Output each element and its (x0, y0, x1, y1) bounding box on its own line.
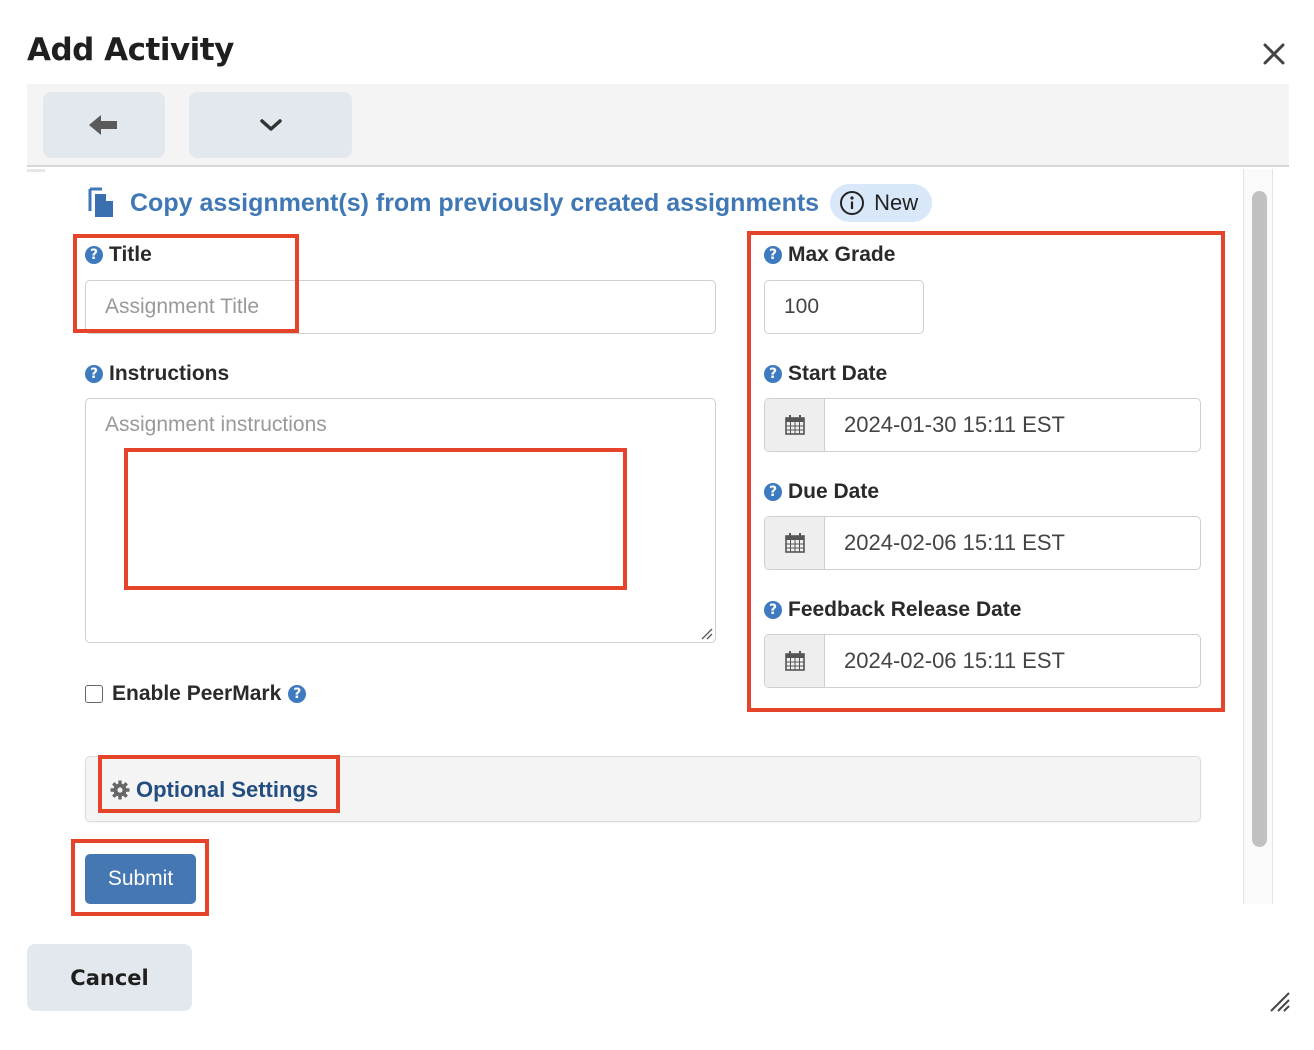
instructions-label: ? Instructions (85, 362, 229, 386)
calendar-icon (784, 533, 805, 553)
start-date-calendar-button[interactable] (765, 399, 825, 451)
dropdown-button[interactable] (189, 92, 352, 158)
new-badge: New (830, 184, 933, 222)
peermark-checkbox[interactable] (85, 685, 103, 703)
dialog-title: Add Activity (27, 32, 234, 68)
title-input[interactable]: Assignment Title (85, 280, 716, 334)
max-grade-label: ? Max Grade (764, 243, 895, 267)
copy-assignments-link[interactable]: Copy assignment(s) from previously creat… (130, 189, 819, 218)
submit-button[interactable]: Submit (85, 854, 196, 904)
max-grade-input[interactable]: 100 (764, 280, 924, 334)
optional-settings-label: Optional Settings (136, 777, 319, 802)
info-icon (840, 191, 865, 215)
question-circle-icon[interactable]: ? (764, 246, 782, 264)
copy-icon (88, 187, 113, 217)
question-circle-icon[interactable]: ? (764, 365, 782, 383)
peermark-label: Enable PeerMark (112, 682, 282, 705)
chevron-down-icon (259, 119, 282, 131)
question-circle-icon[interactable]: ? (288, 685, 307, 703)
new-badge-label: New (874, 190, 919, 215)
close-icon (1263, 43, 1285, 65)
frame-edge (27, 169, 45, 172)
question-circle-icon[interactable]: ? (85, 365, 103, 383)
dialog-resize-handle-icon[interactable] (1268, 990, 1290, 1012)
due-date-label: ? Due Date (764, 480, 879, 504)
question-circle-icon[interactable]: ? (764, 601, 782, 619)
toolbar (27, 84, 1289, 167)
scrollbar[interactable] (1243, 169, 1273, 904)
scrollbar-thumb[interactable] (1252, 191, 1267, 847)
max-grade-label-text: Max Grade (788, 243, 896, 266)
back-button[interactable] (43, 92, 165, 158)
calendar-icon (784, 651, 805, 671)
instructions-label-text: Instructions (109, 362, 230, 385)
question-circle-icon[interactable]: ? (85, 246, 103, 264)
close-button[interactable] (1258, 38, 1290, 70)
copy-assignments-row: Copy assignment(s) from previously creat… (86, 184, 933, 222)
instructions-textarea[interactable]: Assignment instructions (85, 398, 716, 643)
cancel-button[interactable]: Cancel (27, 944, 192, 1011)
due-date-field: 2024-02-06 15:11 EST (764, 516, 1201, 570)
start-date-label: ? Start Date (764, 362, 887, 386)
question-circle-icon[interactable]: ? (764, 483, 782, 501)
due-date-input[interactable]: 2024-02-06 15:11 EST (825, 517, 1200, 569)
optional-settings-panel: Optional Settings (85, 756, 1201, 822)
arrow-left-icon (89, 115, 117, 135)
feedback-release-date-input[interactable]: 2024-02-06 15:11 EST (825, 635, 1200, 687)
start-date-field: 2024-01-30 15:11 EST (764, 398, 1201, 452)
title-label-text: Title (109, 243, 152, 266)
due-date-label-text: Due Date (788, 480, 880, 503)
due-date-calendar-button[interactable] (765, 517, 825, 569)
feedback-release-date-label: ? Feedback Release Date (764, 598, 1021, 622)
start-date-input[interactable]: 2024-01-30 15:11 EST (825, 399, 1200, 451)
title-label: ? Title (85, 243, 152, 267)
gear-icon (110, 780, 130, 800)
instructions-placeholder: Assignment instructions (105, 413, 327, 436)
feedback-release-date-calendar-button[interactable] (765, 635, 825, 687)
feedback-release-date-label-text: Feedback Release Date (788, 598, 1022, 621)
resize-grip-icon[interactable] (699, 626, 713, 640)
calendar-icon (784, 415, 805, 435)
start-date-label-text: Start Date (788, 362, 888, 385)
optional-settings-toggle[interactable]: Optional Settings (110, 777, 318, 803)
feedback-release-date-field: 2024-02-06 15:11 EST (764, 634, 1201, 688)
peermark-row: Enable PeerMark ? (85, 682, 307, 706)
